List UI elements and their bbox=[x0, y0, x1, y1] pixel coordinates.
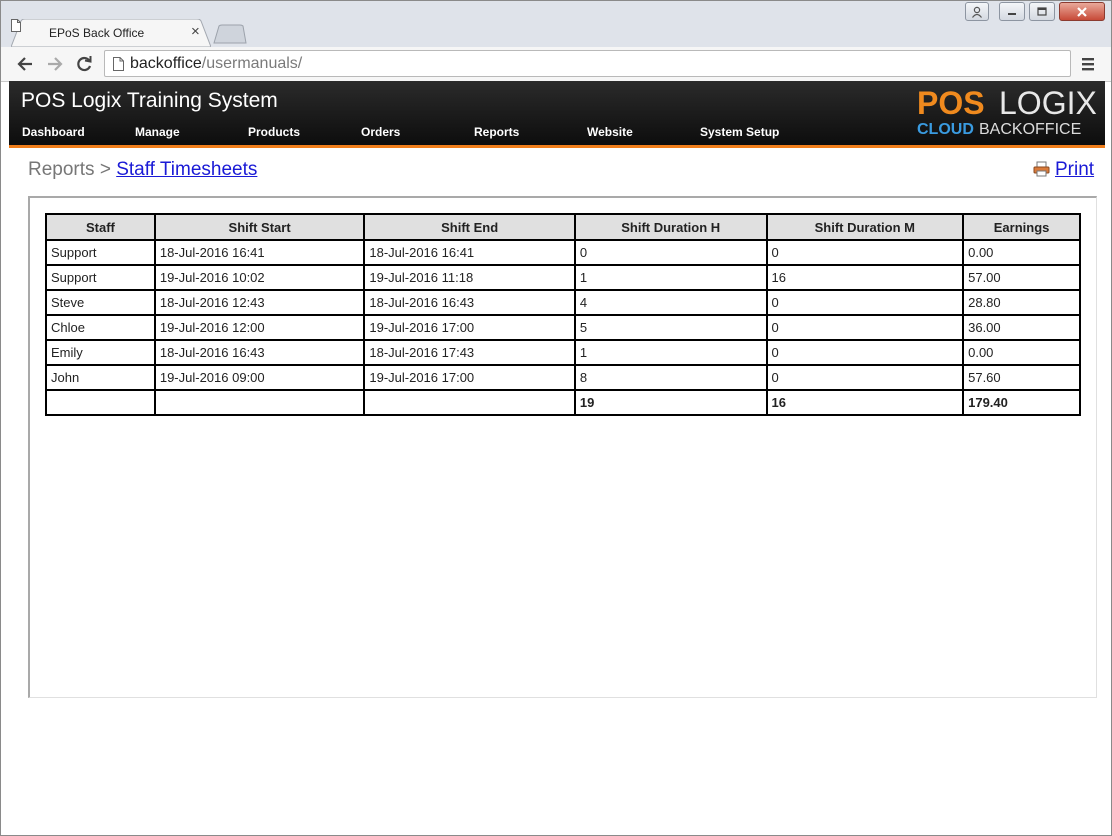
duration-hours-cell: 0 bbox=[573, 239, 768, 266]
column-header: Shift Start bbox=[153, 213, 366, 241]
shift-end-cell: 18-Jul-2016 16:41 bbox=[363, 239, 576, 266]
url-text: backoffice/usermanuals/ bbox=[130, 55, 302, 73]
shift-start-cell: 18-Jul-2016 16:41 bbox=[153, 239, 366, 266]
duration-minutes-cell: 0 bbox=[765, 339, 965, 366]
table-row: Emily 18-Jul-2016 16:43 18-Jul-2016 17:4… bbox=[45, 339, 1081, 366]
shift-end-cell: 18-Jul-2016 16:43 bbox=[363, 289, 576, 316]
earnings-cell: 0.00 bbox=[962, 339, 1081, 366]
user-icon[interactable] bbox=[965, 2, 989, 21]
browser-window: EPoS Back Office × backoffice/usermanual… bbox=[0, 0, 1112, 836]
logo-cloud: CLOUD bbox=[917, 121, 974, 138]
table-row: Support 18-Jul-2016 16:41 18-Jul-2016 16… bbox=[45, 239, 1081, 266]
staff-cell: Support bbox=[45, 239, 156, 266]
duration-hours-cell: 1 bbox=[573, 264, 768, 291]
maximize-icon[interactable] bbox=[1029, 2, 1055, 21]
tab-close-icon[interactable]: × bbox=[191, 24, 200, 40]
url-host: backoffice bbox=[130, 55, 202, 72]
back-arrow-icon[interactable] bbox=[15, 54, 35, 74]
reload-icon[interactable] bbox=[74, 54, 94, 74]
table-row: Steve 18-Jul-2016 12:43 18-Jul-2016 16:4… bbox=[45, 289, 1081, 316]
shift-start-cell: 19-Jul-2016 12:00 bbox=[153, 314, 366, 341]
nav-dashboard[interactable]: Dashboard bbox=[22, 125, 85, 139]
shift-end-cell: 19-Jul-2016 17:00 bbox=[363, 364, 576, 391]
breadcrumb-current-link[interactable]: Staff Timesheets bbox=[116, 159, 257, 180]
table-header-row: Staff Shift Start Shift End Shift Durati… bbox=[45, 213, 1081, 241]
page-icon bbox=[11, 19, 21, 32]
total-hours-cell: 19 bbox=[573, 389, 768, 416]
breadcrumb-parent: Reports bbox=[28, 159, 95, 180]
duration-hours-cell: 1 bbox=[573, 339, 768, 366]
staff-cell: Support bbox=[45, 264, 156, 291]
column-header: Staff bbox=[45, 213, 156, 241]
column-header: Shift Duration H bbox=[573, 213, 768, 241]
breadcrumb-separator: > bbox=[99, 159, 111, 180]
app-header: POS Logix Training System Dashboard Mana… bbox=[9, 81, 1105, 148]
totals-cell bbox=[45, 389, 156, 416]
shift-end-cell: 19-Jul-2016 11:18 bbox=[363, 264, 576, 291]
browser-toolbar: backoffice/usermanuals/ bbox=[1, 47, 1111, 82]
shift-start-cell: 18-Jul-2016 12:43 bbox=[153, 289, 366, 316]
url-path: /usermanuals/ bbox=[201, 55, 303, 72]
totals-row: 19 16 179.40 bbox=[45, 389, 1081, 416]
table-row: Chloe 19-Jul-2016 12:00 19-Jul-2016 17:0… bbox=[45, 314, 1081, 341]
nav-website[interactable]: Website bbox=[587, 125, 633, 139]
shift-start-cell: 19-Jul-2016 10:02 bbox=[153, 264, 366, 291]
staff-cell: Emily bbox=[45, 339, 156, 366]
staff-cell: Steve bbox=[45, 289, 156, 316]
duration-hours-cell: 8 bbox=[573, 364, 768, 391]
forward-arrow-icon[interactable] bbox=[45, 54, 65, 74]
tab-strip: EPoS Back Office × bbox=[1, 1, 1111, 47]
earnings-cell: 57.60 bbox=[962, 364, 1081, 391]
page-icon bbox=[113, 57, 124, 71]
nav-system-setup[interactable]: System Setup bbox=[700, 125, 779, 139]
duration-minutes-cell: 0 bbox=[765, 314, 965, 341]
duration-minutes-cell: 16 bbox=[765, 264, 965, 291]
logo-logix: LOGIX bbox=[999, 85, 1097, 121]
staff-cell: Chloe bbox=[45, 314, 156, 341]
nav-reports[interactable]: Reports bbox=[474, 125, 519, 139]
minimize-icon[interactable] bbox=[999, 2, 1025, 21]
tab-title: EPoS Back Office bbox=[49, 26, 145, 40]
duration-minutes-cell: 0 bbox=[765, 239, 965, 266]
earnings-cell: 0.00 bbox=[962, 239, 1081, 266]
app-title: POS Logix Training System bbox=[21, 89, 278, 112]
earnings-cell: 36.00 bbox=[962, 314, 1081, 341]
poslogix-logo: POS LOGIX CLOUD BACKOFFICE bbox=[917, 85, 1097, 139]
staff-cell: John bbox=[45, 364, 156, 391]
browser-tab[interactable]: EPoS Back Office × bbox=[11, 19, 211, 47]
shift-start-cell: 19-Jul-2016 09:00 bbox=[153, 364, 366, 391]
shift-end-cell: 18-Jul-2016 17:43 bbox=[363, 339, 576, 366]
window-controls bbox=[965, 2, 1105, 22]
duration-hours-cell: 5 bbox=[573, 314, 768, 341]
logo-pos: POS bbox=[917, 85, 985, 121]
logo-backoffice: BACKOFFICE bbox=[979, 121, 1082, 138]
shift-end-cell: 19-Jul-2016 17:00 bbox=[363, 314, 576, 341]
nav-orders[interactable]: Orders bbox=[361, 125, 400, 139]
table-row: Support 19-Jul-2016 10:02 19-Jul-2016 11… bbox=[45, 264, 1081, 291]
print-link[interactable]: Print bbox=[1055, 159, 1094, 181]
total-earnings-cell: 179.40 bbox=[962, 389, 1081, 416]
new-tab-button[interactable] bbox=[213, 24, 247, 44]
nav-products[interactable]: Products bbox=[248, 125, 300, 139]
shift-start-cell: 18-Jul-2016 16:43 bbox=[153, 339, 366, 366]
column-header: Earnings bbox=[962, 213, 1081, 241]
close-window-icon[interactable] bbox=[1059, 2, 1105, 21]
earnings-cell: 28.80 bbox=[962, 289, 1081, 316]
breadcrumb: Reports > Staff Timesheets bbox=[28, 159, 257, 181]
nav-manage[interactable]: Manage bbox=[135, 125, 180, 139]
totals-cell bbox=[153, 389, 366, 416]
printer-icon bbox=[1033, 161, 1050, 177]
address-bar[interactable]: backoffice/usermanuals/ bbox=[104, 50, 1071, 77]
totals-cell bbox=[363, 389, 576, 416]
duration-minutes-cell: 0 bbox=[765, 289, 965, 316]
timesheet-table: Staff Shift Start Shift End Shift Durati… bbox=[45, 213, 1081, 416]
column-header: Shift End bbox=[363, 213, 576, 241]
duration-hours-cell: 4 bbox=[573, 289, 768, 316]
column-header: Shift Duration M bbox=[765, 213, 965, 241]
earnings-cell: 57.00 bbox=[962, 264, 1081, 291]
total-minutes-cell: 16 bbox=[765, 389, 965, 416]
duration-minutes-cell: 0 bbox=[765, 364, 965, 391]
table-row: John 19-Jul-2016 09:00 19-Jul-2016 17:00… bbox=[45, 364, 1081, 391]
menu-icon[interactable] bbox=[1080, 56, 1096, 72]
